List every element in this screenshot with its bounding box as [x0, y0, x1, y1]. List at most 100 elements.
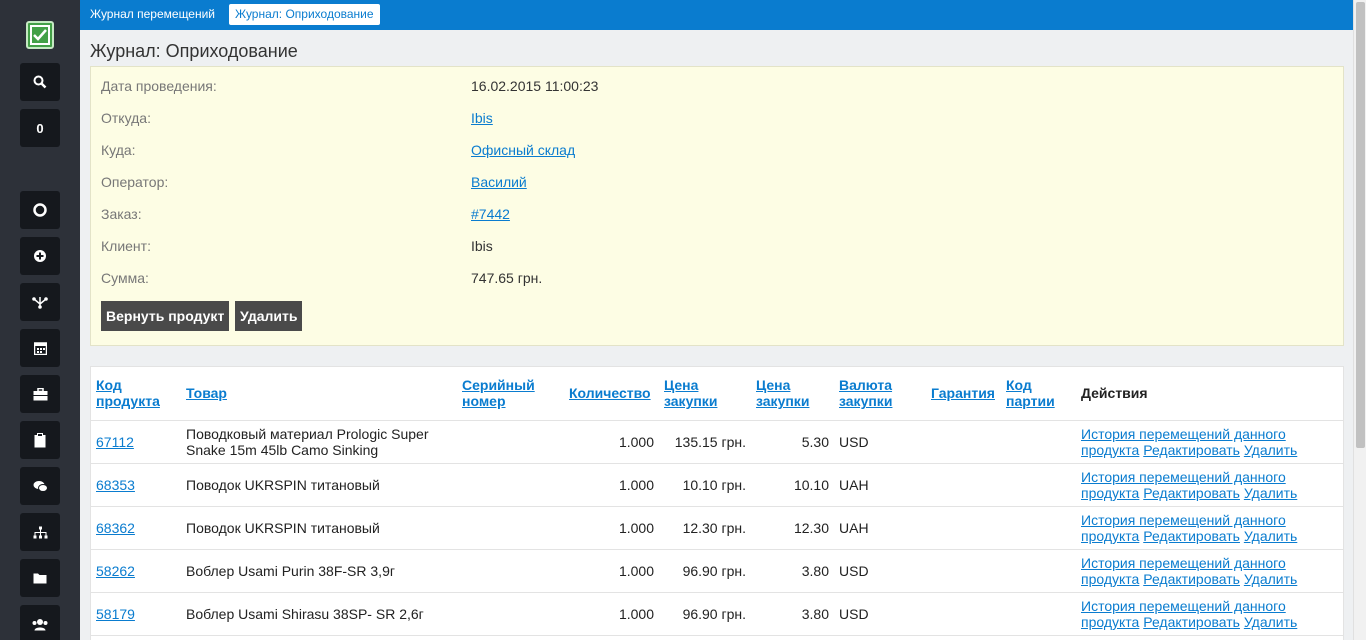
cell-batch: [1001, 420, 1076, 464]
clipboard-icon: [34, 432, 46, 447]
info-row-order: Заказ: #7442: [101, 204, 1331, 224]
cell-product: Воблер Usami Purin 38F-SR 3,9г: [181, 549, 457, 593]
col-header-serial[interactable]: Серийный номер: [457, 367, 564, 421]
cell-qty: 1.000: [564, 420, 659, 464]
vertical-scrollbar[interactable]: [1353, 0, 1366, 640]
sort-price-link[interactable]: Цена закупки: [756, 377, 809, 409]
col-header-price[interactable]: Цена закупки: [751, 367, 834, 421]
sum-value: 747.65 грн.: [471, 270, 543, 286]
table-row: 68362 Поводок UKRSPIN титановый 1.000 12.30…: [91, 506, 1343, 550]
users-button[interactable]: [20, 605, 60, 640]
sort-warranty-link[interactable]: Гарантия: [931, 385, 995, 401]
folder-icon: [33, 573, 47, 584]
sort-batch-link[interactable]: Код партии: [1006, 377, 1055, 409]
cell-warranty: [926, 592, 1001, 636]
fork-icon: [32, 297, 48, 309]
delete-link[interactable]: Удалить: [1244, 485, 1297, 501]
sort-product-link[interactable]: Товар: [186, 385, 227, 401]
sort-code-link[interactable]: Код продукта: [96, 377, 160, 409]
edit-link[interactable]: Редактировать: [1143, 442, 1240, 458]
edit-link[interactable]: Редактировать: [1143, 485, 1240, 501]
cell-actions: История перемещений данного продукта Ред…: [1076, 549, 1343, 593]
structure-button[interactable]: [20, 513, 60, 551]
order-link[interactable]: #7442: [471, 204, 510, 224]
cell-code: 58262: [91, 549, 181, 593]
cell-batch: [1001, 549, 1076, 593]
sort-serial-link[interactable]: Серийный номер: [462, 377, 535, 409]
page-title: Журнал: Оприходование: [90, 41, 298, 61]
to-link[interactable]: Офисный склад: [471, 140, 575, 160]
cell-product: Воблер Usami Shirasu 38SP- SR 2,6г: [181, 592, 457, 636]
table-row: 68353 Поводок UKRSPIN титановый 1.000 10.10…: [91, 463, 1343, 507]
search-button[interactable]: [20, 63, 60, 101]
col-header-price-uah[interactable]: Цена закупки: [659, 367, 751, 421]
delete-link[interactable]: Удалить: [1244, 614, 1297, 630]
operator-link[interactable]: Василий: [471, 172, 527, 192]
date-label: Дата проведения:: [101, 78, 217, 94]
briefcase-button[interactable]: [20, 375, 60, 413]
col-header-qty[interactable]: Количество: [564, 367, 659, 421]
cell-qty: 1.000: [564, 549, 659, 593]
product-code-link[interactable]: 68362: [96, 520, 135, 536]
cell-actions: История перемещений данного продукта Ред…: [1076, 420, 1343, 464]
cell-price: 5.30: [751, 420, 834, 464]
product-code-link[interactable]: 68353: [96, 477, 135, 493]
cell-currency: UAH: [834, 506, 926, 550]
edit-link[interactable]: Редактировать: [1143, 614, 1240, 630]
col-header-warranty[interactable]: Гарантия: [926, 367, 1001, 421]
scrollbar-thumb[interactable]: [1356, 2, 1365, 448]
info-row-from: Откуда: Ibis: [101, 108, 1331, 128]
edit-link[interactable]: Редактировать: [1143, 571, 1240, 587]
cell-serial: [457, 463, 564, 507]
calendar-button[interactable]: [20, 329, 60, 367]
briefcase-icon: [33, 387, 47, 400]
col-header-code[interactable]: Код продукта: [91, 367, 181, 421]
cell-price: 10.10: [751, 463, 834, 507]
transfer-button[interactable]: [20, 283, 60, 321]
folder-button[interactable]: [20, 559, 60, 597]
cell-code: 68362: [91, 506, 181, 550]
sitemap-icon: [33, 526, 47, 538]
support-button[interactable]: [20, 191, 60, 229]
sidebar: 0: [0, 0, 80, 640]
edit-link[interactable]: Редактировать: [1143, 528, 1240, 544]
cell-price-uah: 10.10 грн.: [659, 463, 751, 507]
cell-serial: [457, 592, 564, 636]
cell-actions: История перемещений данного продукта Ред…: [1076, 592, 1343, 636]
delete-link[interactable]: Удалить: [1244, 528, 1297, 544]
cell-warranty: [926, 420, 1001, 464]
chat-button[interactable]: [20, 467, 60, 505]
delete-link[interactable]: Удалить: [1244, 571, 1297, 587]
cart-counter-button[interactable]: 0: [20, 109, 60, 147]
add-button[interactable]: [20, 237, 60, 275]
breadcrumb-item-journal[interactable]: Журнал перемещений: [84, 4, 221, 25]
table-row: 58179 Воблер Usami Shirasu 38SP- SR 2,6г 1…: [91, 592, 1343, 636]
cell-price: 12.30: [751, 506, 834, 550]
sort-qty-link[interactable]: Количество: [569, 385, 651, 401]
col-header-product[interactable]: Товар: [181, 367, 457, 421]
sort-price-uah-link[interactable]: Цена закупки: [664, 377, 717, 409]
delete-button[interactable]: Удалить: [235, 301, 303, 331]
breadcrumb: Журнал перемещений Журнал: Оприходование: [80, 0, 1353, 30]
product-code-link[interactable]: 67112: [96, 434, 134, 450]
clipboard-button[interactable]: [20, 421, 60, 459]
checkmark-logo-icon[interactable]: [26, 21, 54, 49]
delete-link[interactable]: Удалить: [1244, 442, 1297, 458]
col-header-currency[interactable]: Валюта закупки: [834, 367, 926, 421]
return-product-button[interactable]: Вернуть продукт: [101, 301, 230, 331]
col-header-batch[interactable]: Код партии: [1001, 367, 1076, 421]
chat-icon: [33, 480, 48, 492]
cell-batch: [1001, 463, 1076, 507]
sort-currency-link[interactable]: Валюта закупки: [839, 377, 892, 409]
from-link[interactable]: Ibis: [471, 108, 493, 128]
cell-currency: USD: [834, 420, 926, 464]
product-code-link[interactable]: 58179: [96, 606, 135, 622]
cell-price: 3.80: [751, 592, 834, 636]
sum-label: Сумма:: [101, 270, 149, 286]
cell-price-uah: 12.30 грн.: [659, 506, 751, 550]
cell-serial: [457, 506, 564, 550]
breadcrumb-item-current[interactable]: Журнал: Оприходование: [229, 4, 380, 25]
client-label: Клиент:: [101, 238, 151, 254]
product-code-link[interactable]: 58262: [96, 563, 135, 579]
search-icon: [33, 75, 47, 89]
